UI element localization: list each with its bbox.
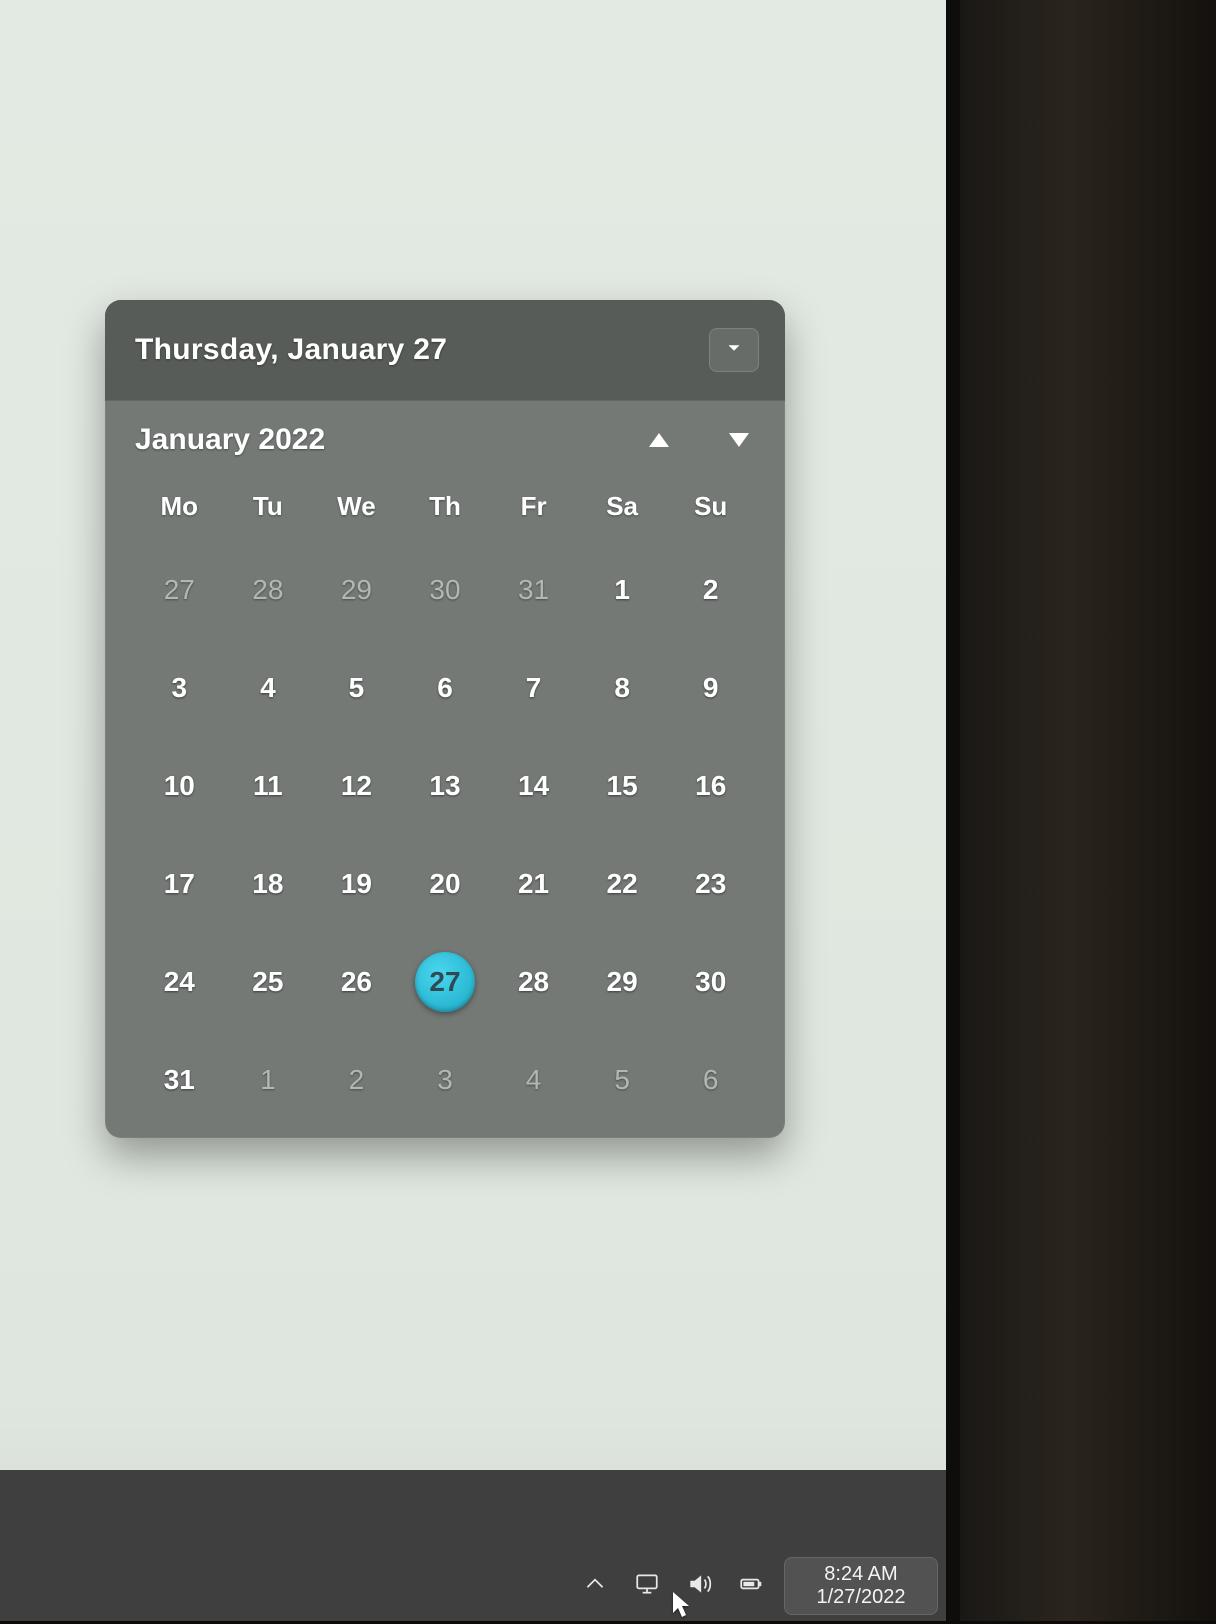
- day-of-week-header: Tu: [224, 491, 313, 522]
- calendar-day[interactable]: 23: [666, 854, 755, 914]
- calendar-day[interactable]: 8: [578, 658, 667, 718]
- tray-overflow-button[interactable]: [576, 1565, 614, 1608]
- calendar-grid: MoTuWeThFrSaSu27282930311234567891011121…: [135, 491, 755, 1110]
- taskbar-clock[interactable]: 8:24 AM 1/27/2022: [784, 1557, 938, 1615]
- day-of-week-header: Mo: [135, 491, 224, 522]
- calendar-day[interactable]: 31: [135, 1050, 224, 1110]
- monitor-bezel: [946, 0, 1216, 1621]
- calendar-day[interactable]: 21: [489, 854, 578, 914]
- calendar-day[interactable]: 14: [489, 756, 578, 816]
- calendar-day[interactable]: 26: [312, 952, 401, 1012]
- calendar-day[interactable]: 4: [224, 658, 313, 718]
- calendar-day[interactable]: 6: [666, 1050, 755, 1110]
- next-month-button[interactable]: [729, 433, 749, 447]
- calendar-day[interactable]: 19: [312, 854, 401, 914]
- month-year-label[interactable]: January 2022: [135, 423, 325, 457]
- day-of-week-header: Fr: [489, 491, 578, 522]
- month-nav-row: January 2022: [135, 423, 755, 457]
- previous-month-button[interactable]: [649, 433, 669, 447]
- calendar-day[interactable]: 17: [135, 854, 224, 914]
- day-of-week-header: Th: [401, 491, 490, 522]
- battery-icon: [738, 1571, 764, 1602]
- day-of-week-header: We: [312, 491, 401, 522]
- calendar-day[interactable]: 2: [312, 1050, 401, 1110]
- calendar-day[interactable]: 3: [401, 1050, 490, 1110]
- taskbar: 8:24 AM 1/27/2022: [0, 1551, 946, 1621]
- calendar-day[interactable]: 15: [578, 756, 667, 816]
- monitor-icon: [634, 1571, 660, 1602]
- calendar-day[interactable]: 16: [666, 756, 755, 816]
- desktop-area: Thursday, January 27 January 2022 MoTuWe…: [0, 0, 946, 1621]
- calendar-day[interactable]: 20: [401, 854, 490, 914]
- calendar-day-today[interactable]: 27: [415, 952, 475, 1012]
- calendar-day[interactable]: 12: [312, 756, 401, 816]
- calendar-flyout: Thursday, January 27 January 2022 MoTuWe…: [105, 300, 785, 1138]
- calendar-day[interactable]: 28: [224, 560, 313, 620]
- chevron-down-icon: [723, 337, 745, 364]
- collapse-button[interactable]: [709, 328, 759, 372]
- calendar-day[interactable]: 27: [135, 560, 224, 620]
- calendar-day[interactable]: 18: [224, 854, 313, 914]
- calendar-day[interactable]: 13: [401, 756, 490, 816]
- calendar-day[interactable]: 7: [489, 658, 578, 718]
- mouse-cursor-icon: [672, 1591, 692, 1619]
- calendar-day[interactable]: 22: [578, 854, 667, 914]
- battery-button[interactable]: [732, 1565, 770, 1608]
- calendar-day[interactable]: 3: [135, 658, 224, 718]
- calendar-day[interactable]: 30: [666, 952, 755, 1012]
- calendar-day[interactable]: 1: [578, 560, 667, 620]
- calendar-day[interactable]: 9: [666, 658, 755, 718]
- clock-date: 1/27/2022: [817, 1586, 906, 1609]
- calendar-day[interactable]: 4: [489, 1050, 578, 1110]
- day-of-week-header: Su: [666, 491, 755, 522]
- calendar-day[interactable]: 31: [489, 560, 578, 620]
- calendar-day[interactable]: 29: [578, 952, 667, 1012]
- calendar-day[interactable]: 11: [224, 756, 313, 816]
- calendar-day[interactable]: 25: [224, 952, 313, 1012]
- calendar-day[interactable]: 28: [489, 952, 578, 1012]
- calendar-day[interactable]: 6: [401, 658, 490, 718]
- network-button[interactable]: [628, 1565, 666, 1608]
- calendar-day[interactable]: 24: [135, 952, 224, 1012]
- flyout-header: Thursday, January 27: [105, 300, 785, 401]
- calendar-day[interactable]: 5: [312, 658, 401, 718]
- calendar-day[interactable]: 30: [401, 560, 490, 620]
- calendar-day[interactable]: 1: [224, 1050, 313, 1110]
- calendar-day[interactable]: 2: [666, 560, 755, 620]
- clock-time: 8:24 AM: [824, 1563, 897, 1586]
- chevron-up-icon: [582, 1571, 608, 1602]
- calendar-day[interactable]: 10: [135, 756, 224, 816]
- month-nav-group: [649, 433, 755, 447]
- day-of-week-header: Sa: [578, 491, 667, 522]
- today-date-label[interactable]: Thursday, January 27: [135, 333, 447, 367]
- flyout-body: January 2022 MoTuWeThFrSaSu2728293031123…: [105, 401, 785, 1138]
- calendar-day[interactable]: 29: [312, 560, 401, 620]
- calendar-day[interactable]: 5: [578, 1050, 667, 1110]
